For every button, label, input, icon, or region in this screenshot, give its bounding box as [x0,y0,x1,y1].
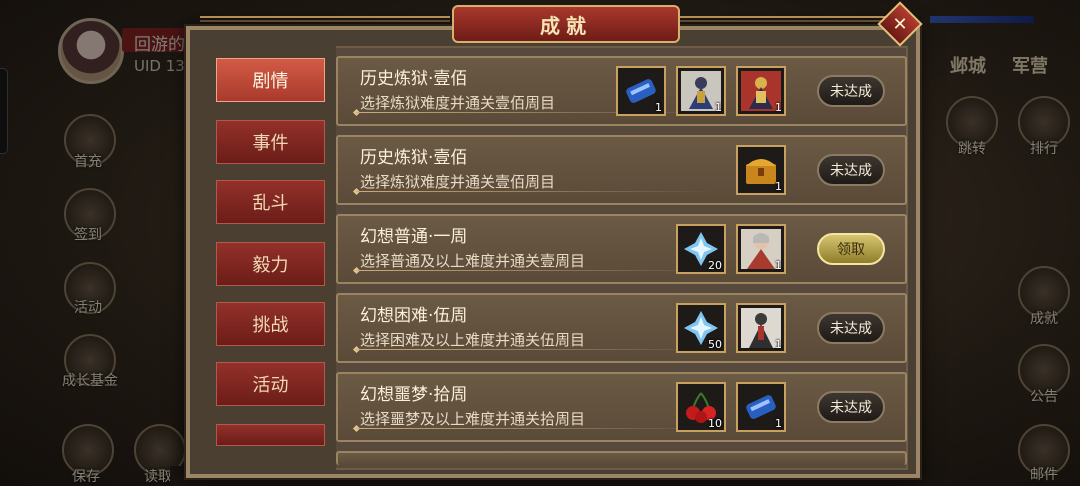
achievement-desc: 选择普通及以上难度并通关壹周目 [360,252,586,270]
panel-title-plate: 成就 [452,5,680,43]
city-yecheng[interactable]: 邺城 [950,52,986,78]
not-achieved-button[interactable]: 未达成 [817,312,885,344]
ranking-label: 排行 [1030,141,1058,157]
tab-brawl[interactable]: 乱斗 [216,180,325,224]
achievement-row: 幻想困难·伍周 选择困难及以上难度并通关伍周目 50 1 未达成 [336,293,907,363]
load-label: 读取 [144,469,172,485]
claim-button[interactable]: 领取 [817,233,885,265]
jump-label: 跳转 [958,141,986,157]
reward-item[interactable]: 1 [736,66,786,116]
tab-perseverance[interactable]: 毅力 [216,242,325,286]
achievement-row-partial [336,451,907,465]
title-ornament-left [200,16,450,22]
tab-activity[interactable]: 活动 [216,362,325,406]
reward-count: 1 [775,101,782,114]
reward-count: 1 [775,180,782,193]
reward-count: 1 [715,101,722,114]
save-label: 保存 [72,469,100,485]
side-handle[interactable] [0,68,8,154]
achievement-label: 成就 [1030,311,1058,327]
achievement-row: 幻想普通·一周 选择普通及以上难度并通关壹周目 20 1 领取 [336,214,907,284]
reward-item[interactable]: 1 [736,224,786,274]
achievement-title: 幻想噩梦·拾周 [360,385,468,405]
reward-item[interactable]: 1 [736,303,786,353]
reward-item[interactable]: 10 [676,382,726,432]
achievement-title: 幻想困难·伍周 [360,306,468,326]
reward-count: 10 [708,417,722,430]
first-recharge-label: 首充 [74,154,102,170]
resource-bar [930,16,1034,23]
sign-in-label: 签到 [74,227,102,243]
reward-count: 1 [775,338,782,351]
reward-count: 50 [708,338,722,351]
reward-count: 20 [708,259,722,272]
growth-fund-label: 成长基金 [62,373,118,389]
reward-item[interactable]: 1 [736,382,786,432]
tab-events[interactable]: 事件 [216,120,325,164]
achievement-desc: 选择困难及以上难度并通关伍周目 [360,331,586,349]
reward-item[interactable]: 50 [676,303,726,353]
reward-item[interactable]: 20 [676,224,726,274]
close-icon[interactable]: ✕ [884,8,916,40]
achievement-row: 历史炼狱·壹佰 选择炼狱难度并通关壹佰周目 1 1 1 未达成 [336,56,907,126]
not-achieved-button[interactable]: 未达成 [817,391,885,423]
reward-item[interactable]: 1 [616,66,666,116]
achievement-row: 幻想噩梦·拾周 选择噩梦及以上难度并通关拾周目 10 1 未达成 [336,372,907,442]
not-achieved-button[interactable]: 未达成 [817,75,885,107]
notice-label: 公告 [1030,389,1058,405]
not-achieved-button[interactable]: 未达成 [817,154,885,186]
achievement-title: 历史炼狱·壹佰 [360,148,468,168]
activity-label: 活动 [74,300,102,316]
reward-item[interactable]: 1 [676,66,726,116]
reward-item[interactable]: 1 [736,145,786,195]
achievement-title: 幻想普通·一周 [360,227,468,247]
achievement-title: 历史炼狱·壹佰 [360,69,468,89]
tab-challenge[interactable]: 挑战 [216,302,325,346]
achievement-desc: 选择噩梦及以上难度并通关拾周目 [360,410,586,428]
achievement-row: 历史炼狱·壹佰 选择炼狱难度并通关壹佰周目 1 未达成 [336,135,907,205]
panel-title: 成就 [540,13,592,38]
tab-story[interactable]: 剧情 [216,58,325,102]
city-barracks[interactable]: 军营 [1012,52,1048,78]
avatar[interactable] [58,18,124,84]
reward-count: 1 [775,417,782,430]
achievement-desc: 选择炼狱难度并通关壹佰周目 [360,173,556,191]
achievement-desc: 选择炼狱难度并通关壹佰周目 [360,94,556,112]
title-ornament-right [680,16,890,22]
mail-label: 邮件 [1030,467,1058,483]
tab-more[interactable] [216,424,325,446]
reward-count: 1 [775,259,782,272]
reward-count: 1 [655,101,662,114]
